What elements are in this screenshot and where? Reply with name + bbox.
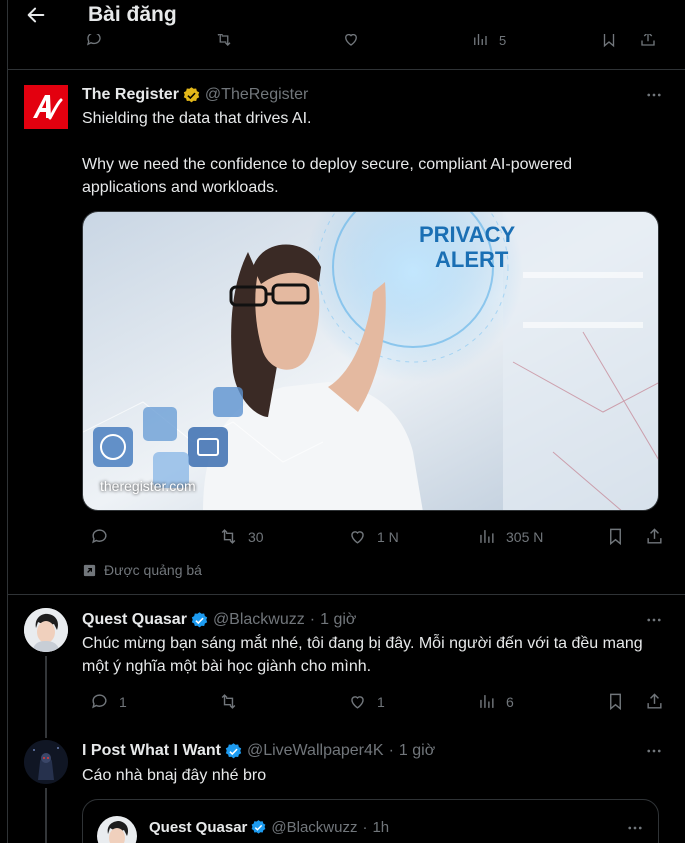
reply-button[interactable]: 1 <box>90 692 127 711</box>
author-handle[interactable]: @TheRegister <box>205 86 308 104</box>
post-media-image[interactable]: PRIVACY ALERT theregister.com <box>82 211 659 511</box>
more-options-icon[interactable] <box>645 742 663 760</box>
views-count: 6 <box>506 693 514 710</box>
like-count: 1 <box>377 693 385 710</box>
reply-count: 1 <box>119 693 127 710</box>
promoted-post[interactable]: The Register @TheRegister Shielding the … <box>8 0 685 594</box>
repost-count: 30 <box>248 528 264 545</box>
author-row: Quest Quasar @Blackwuzz · 1 giờ <box>82 610 356 630</box>
quoted-post[interactable]: Quest Quasar @Blackwuzz · 1h <box>82 799 659 843</box>
post-time[interactable]: 1 giờ <box>399 742 435 760</box>
media-source-url[interactable]: theregister.com <box>100 478 196 494</box>
post-divider <box>8 594 685 595</box>
verified-badge-icon <box>191 611 208 627</box>
post-actions: 1 1 6 <box>82 692 662 714</box>
post-text-line1: Shielding the data that drives AI. <box>82 110 312 127</box>
repost-icon <box>221 529 236 544</box>
page-title: Bài đăng <box>88 3 177 26</box>
author-handle[interactable]: @Blackwuzz <box>271 819 357 836</box>
share-button[interactable] <box>645 527 664 546</box>
like-button[interactable]: 1 <box>348 692 385 711</box>
reply-icon <box>92 694 107 709</box>
share-icon <box>647 693 662 709</box>
views-count: 305 N <box>506 528 544 545</box>
repost-icon <box>221 694 236 709</box>
author-name[interactable]: I Post What I Want <box>82 742 221 760</box>
page-header: Bài đăng <box>8 0 685 34</box>
author-row: The Register @TheRegister <box>82 85 308 105</box>
bookmark-button[interactable] <box>606 527 625 546</box>
like-icon <box>351 531 364 544</box>
reply-icon <box>92 529 107 544</box>
post-text: Cáo nhà bnaj đây nhé bro <box>82 767 267 784</box>
author-name[interactable]: Quest Quasar <box>149 819 247 836</box>
author-handle[interactable]: @LiveWallpaper4K <box>247 742 384 760</box>
back-arrow-icon[interactable] <box>25 4 47 26</box>
thread-line <box>45 788 47 843</box>
views-button[interactable]: 6 <box>477 692 514 711</box>
reply-button[interactable] <box>90 527 109 546</box>
share-button[interactable] <box>645 692 664 711</box>
author-row: I Post What I Want @LiveWallpaper4K · 1 … <box>82 741 435 761</box>
more-options-icon[interactable] <box>626 819 644 837</box>
share-icon <box>647 528 662 544</box>
avatar[interactable] <box>97 816 137 843</box>
bookmark-button[interactable] <box>606 692 625 711</box>
post-text: Chúc mừng bạn sáng mắt nhé, tôi đang bị … <box>82 635 643 675</box>
separator-dot: · <box>388 742 394 759</box>
the-register-logo[interactable] <box>24 85 68 129</box>
quoted-author-row: Quest Quasar @Blackwuzz · 1h <box>149 819 389 836</box>
views-icon <box>480 530 494 543</box>
timeline-column: Bài đăng 5 The Register @TheRegister Shi… <box>7 0 685 843</box>
promoted-icon <box>83 564 96 576</box>
author-name[interactable]: Quest Quasar <box>82 611 187 629</box>
like-count: 1 N <box>377 528 399 545</box>
post-time[interactable]: 1 giờ <box>320 611 356 629</box>
post-time[interactable]: 1h <box>372 819 389 836</box>
like-icon <box>351 696 364 709</box>
avatar[interactable] <box>24 608 68 652</box>
post-text-body: Why we need the confidence to deploy sec… <box>82 156 573 196</box>
views-button[interactable]: 305 N <box>477 527 543 546</box>
author-handle[interactable]: @Blackwuzz <box>213 611 305 629</box>
separator-dot: · <box>309 611 316 628</box>
avatar[interactable] <box>24 740 68 784</box>
media-headline-2: ALERT <box>435 247 509 272</box>
bookmark-icon <box>610 693 621 711</box>
separator-dot: · <box>362 819 368 836</box>
like-button[interactable]: 1 N <box>348 527 399 546</box>
views-icon <box>480 695 494 708</box>
repost-button[interactable]: 30 <box>219 527 264 546</box>
thread-line <box>45 720 47 738</box>
more-options-icon[interactable] <box>645 86 663 104</box>
gold-verified-badge-icon <box>183 86 200 102</box>
bookmark-icon <box>610 528 621 546</box>
promoted-label[interactable]: Được quảng bá <box>82 562 202 578</box>
more-options-icon[interactable] <box>645 611 663 629</box>
media-headline-1: PRIVACY <box>419 222 515 247</box>
author-name[interactable]: The Register <box>82 86 179 104</box>
verified-badge-icon <box>225 742 242 758</box>
post-actions: 30 1 N 305 N <box>82 527 662 549</box>
privacy-alert-illustration: PRIVACY ALERT <box>83 212 658 510</box>
verified-badge-icon <box>252 820 266 834</box>
promoted-text: Được quảng bá <box>104 562 202 578</box>
repost-button[interactable] <box>219 692 238 711</box>
